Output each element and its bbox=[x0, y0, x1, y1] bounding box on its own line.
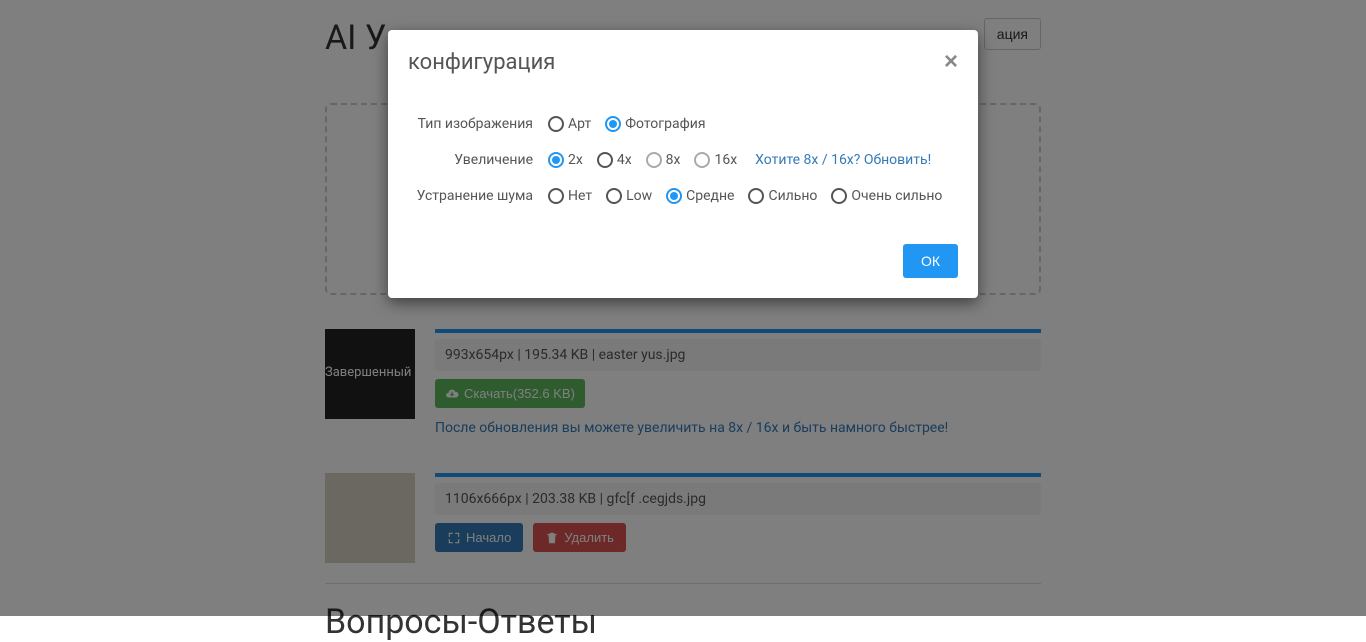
radio-medium[interactable]: Средне bbox=[666, 188, 734, 204]
modal-body: Тип изображения Арт Фотография Увеличени… bbox=[388, 86, 978, 244]
radio-label: Low bbox=[626, 188, 652, 204]
radio-icon bbox=[748, 188, 764, 204]
radio-label: Средне bbox=[686, 188, 734, 204]
radio-label: Очень сильно bbox=[851, 188, 942, 204]
radio-icon bbox=[646, 152, 662, 168]
radio-label: Фотография bbox=[625, 116, 705, 132]
upscale-row: Увеличение 2x 4x 8x 16x Хотит bbox=[408, 152, 958, 168]
modal-title: конфигурация bbox=[408, 50, 555, 75]
modal-header: конфигурация × bbox=[388, 30, 978, 86]
radio-label: 2x bbox=[568, 152, 583, 168]
image-type-label: Тип изображения bbox=[408, 116, 548, 132]
radio-icon bbox=[605, 116, 621, 132]
radio-2x[interactable]: 2x bbox=[548, 152, 583, 168]
modal-footer: ОК bbox=[388, 244, 978, 298]
image-type-options: Арт Фотография bbox=[548, 116, 716, 132]
radio-low[interactable]: Low bbox=[606, 188, 652, 204]
radio-highest[interactable]: Очень сильно bbox=[831, 188, 942, 204]
radio-icon bbox=[666, 188, 682, 204]
ok-button[interactable]: ОК bbox=[903, 244, 958, 278]
radio-icon bbox=[548, 116, 564, 132]
radio-icon bbox=[548, 152, 564, 168]
image-type-row: Тип изображения Арт Фотография bbox=[408, 116, 958, 132]
upscale-label: Увеличение bbox=[408, 152, 548, 168]
radio-label: 16x bbox=[714, 152, 737, 168]
radio-16x[interactable]: 16x bbox=[694, 152, 737, 168]
radio-8x[interactable]: 8x bbox=[646, 152, 681, 168]
radio-icon bbox=[597, 152, 613, 168]
radio-icon bbox=[694, 152, 710, 168]
radio-art[interactable]: Арт bbox=[548, 116, 591, 132]
radio-none[interactable]: Нет bbox=[548, 188, 592, 204]
radio-icon bbox=[606, 188, 622, 204]
radio-label: Нет bbox=[568, 188, 592, 204]
upgrade-link[interactable]: Хотите 8x / 16x? Обновить! bbox=[755, 152, 931, 168]
radio-4x[interactable]: 4x bbox=[597, 152, 632, 168]
upscale-options: 2x 4x 8x 16x Хотите 8x / 16x? Обновить! bbox=[548, 152, 931, 168]
radio-label: 4x bbox=[617, 152, 632, 168]
denoise-label: Устранение шума bbox=[408, 188, 548, 204]
radio-icon bbox=[548, 188, 564, 204]
denoise-row: Устранение шума Нет Low Средне Сильно bbox=[408, 188, 958, 204]
radio-high[interactable]: Сильно bbox=[748, 188, 817, 204]
radio-label: Сильно bbox=[768, 188, 817, 204]
radio-label: 8x bbox=[666, 152, 681, 168]
close-icon[interactable]: × bbox=[944, 48, 958, 76]
radio-photo[interactable]: Фотография bbox=[605, 116, 705, 132]
radio-label: Арт bbox=[568, 116, 591, 132]
configuration-modal: конфигурация × Тип изображения Арт Фотог… bbox=[388, 30, 978, 298]
radio-icon bbox=[831, 188, 847, 204]
denoise-options: Нет Low Средне Сильно Очень сильно bbox=[548, 188, 952, 204]
